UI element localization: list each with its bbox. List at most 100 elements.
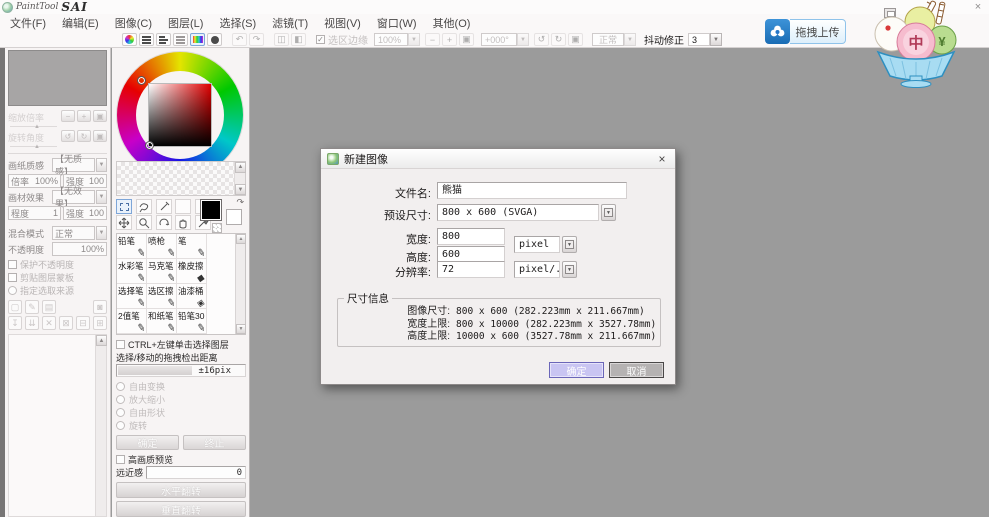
stabilizer-field[interactable]: 3 — [688, 33, 710, 46]
layers-scrollbar[interactable]: ▲ — [95, 335, 107, 516]
flip-horizontal-button[interactable]: 水平翻转 — [116, 482, 246, 498]
tool-slot-empty-1[interactable] — [175, 199, 192, 215]
brush-scrollbar[interactable]: ▲ ▼ — [235, 234, 246, 334]
swatch-scrollbar[interactable]: ▲ ▼ — [234, 161, 246, 196]
undo-icon[interactable]: ↶ — [232, 33, 247, 46]
effect-strength-field[interactable]: 强度 100 — [63, 206, 107, 220]
brush-cell-airbrush[interactable]: 喷枪 ✎ — [147, 234, 177, 259]
clear-layer-icon[interactable]: ✕ — [42, 316, 56, 330]
zoom-dropdown-icon[interactable]: ▼ — [408, 33, 420, 46]
drag-detect-slider[interactable]: ±16pix — [116, 364, 246, 377]
marquee-tool-icon[interactable] — [116, 199, 132, 215]
brush-cell-marker[interactable]: 马克笔 ✎ — [147, 259, 177, 284]
lasso-tool-icon[interactable] — [135, 199, 152, 215]
transfer-down-icon[interactable]: ↧ — [8, 316, 22, 330]
dialog-ok-button[interactable]: 确定 — [549, 362, 604, 378]
ctrl-select-checkbox[interactable] — [116, 340, 125, 349]
zoom-tool-icon[interactable] — [135, 215, 152, 231]
zoom-reset-icon[interactable]: ▣ — [459, 33, 474, 46]
menu-window[interactable]: 窗口(W) — [377, 15, 417, 31]
clipping-mask-checkbox[interactable] — [8, 273, 17, 282]
brush-cell-eraser[interactable]: 橡皮擦 ◆ — [177, 259, 207, 284]
nav-zoom-in-icon[interactable]: + — [77, 110, 91, 122]
background-color-chip[interactable] — [226, 209, 242, 226]
transparent-color-chip[interactable] — [212, 223, 222, 234]
menu-view[interactable]: 视图(V) — [324, 15, 361, 31]
swatch-scroll-up-icon[interactable]: ▲ — [235, 161, 246, 173]
free-transform-radio[interactable] — [116, 382, 125, 391]
navigator-angle-slider[interactable]: ▲ — [8, 144, 59, 150]
window-close-icon[interactable]: × — [971, 1, 985, 13]
combine-layers-icon[interactable]: ⊞ — [93, 316, 107, 330]
layer-mask-icon[interactable]: ◙ — [93, 300, 107, 314]
nav-rotate-reset-icon[interactable]: ▣ — [93, 130, 107, 142]
swatch-scroll-down-icon[interactable]: ▼ — [235, 184, 246, 196]
drag-upload-button[interactable]: 拖拽上传 — [765, 19, 846, 44]
hue-marker[interactable] — [137, 76, 146, 85]
new-linework-layer-icon[interactable]: ✎ — [25, 300, 39, 314]
color-chart-icon[interactable] — [190, 33, 205, 46]
paper-texture-select[interactable]: 【无质感】 — [52, 154, 95, 177]
material-effect-dropdown-icon[interactable]: ▼ — [96, 190, 107, 204]
hq-preview-checkbox[interactable] — [116, 455, 125, 464]
effect-degree-field[interactable]: 程度 1 — [8, 206, 61, 220]
sv-marker[interactable] — [145, 141, 154, 150]
texture-scale-field[interactable]: 倍率 100% — [8, 174, 61, 188]
blend-options-icon[interactable]: ▼ — [624, 33, 636, 46]
nav-rotate-cw-icon[interactable]: ↻ — [77, 130, 91, 142]
transform-confirm-button[interactable]: 确定 — [116, 435, 179, 450]
scale-radio[interactable] — [116, 395, 125, 404]
navigator-preview[interactable] — [8, 50, 107, 106]
opacity-slider[interactable]: 100% — [52, 242, 107, 256]
swap-colors-icon[interactable]: ↷ — [236, 197, 244, 208]
brush-cell-pencil30[interactable]: 铅笔30 ✎ — [177, 309, 207, 334]
redo-icon[interactable]: ↷ — [249, 33, 264, 46]
new-layer-icon[interactable]: ▢ — [8, 300, 22, 314]
delete-layer-icon[interactable]: ⊠ — [59, 316, 73, 330]
blend-mode-select[interactable]: 正常 — [52, 226, 95, 240]
menu-edit[interactable]: 编辑(E) — [62, 15, 99, 31]
preset-dropdown-icon[interactable]: ▼ — [601, 204, 616, 221]
brush-cell-binary[interactable]: 2值笔 ✎ — [117, 309, 147, 334]
blend-mode-button[interactable]: 正常 — [592, 33, 624, 46]
hsv-sliders-icon[interactable] — [156, 33, 171, 46]
menu-file[interactable]: 文件(F) — [10, 15, 46, 31]
color-wheel-toggle-icon[interactable] — [122, 33, 137, 46]
resolution-input[interactable]: 72 — [437, 261, 505, 278]
brush-cell-selectpen[interactable]: 选择笔 ✎ — [117, 284, 147, 309]
angle-dropdown-icon[interactable]: ▼ — [517, 33, 529, 46]
dialog-title-bar[interactable]: 新建图像 × — [321, 149, 675, 169]
size-unit-dropdown-icon[interactable]: ▼ — [562, 236, 577, 253]
navigator-zoom-slider[interactable]: ▲ — [8, 124, 59, 130]
saturation-value-square[interactable] — [148, 83, 212, 147]
canvas-angle-field[interactable]: +000° — [481, 33, 517, 46]
hand-tool-icon[interactable] — [175, 215, 192, 231]
rotate-ccw-icon[interactable]: ↺ — [534, 33, 549, 46]
rotate-cw-icon[interactable]: ↻ — [551, 33, 566, 46]
menu-others[interactable]: 其他(O) — [433, 15, 471, 31]
merge-down-icon[interactable]: ⊟ — [76, 316, 90, 330]
wand-tool-icon[interactable] — [155, 199, 172, 215]
flip-vertical-button[interactable]: 垂直翻转 — [116, 501, 246, 517]
swatches-icon[interactable] — [207, 33, 222, 46]
protect-opacity-checkbox[interactable] — [8, 260, 17, 269]
resolution-unit-dropdown-icon[interactable]: ▼ — [562, 261, 577, 278]
dialog-cancel-button[interactable]: 取消 — [609, 362, 664, 378]
rotate-radio[interactable] — [116, 421, 125, 430]
stabilizer-dropdown-icon[interactable]: ▼ — [710, 33, 722, 46]
paper-texture-dropdown-icon[interactable]: ▼ — [96, 158, 107, 172]
zoom-in-icon[interactable]: + — [442, 33, 457, 46]
nav-zoom-reset-icon[interactable]: ▣ — [93, 110, 107, 122]
brush-cell-selecteraser[interactable]: 选区擦 ✎ — [147, 284, 177, 309]
resolution-unit-select[interactable]: pixel/... — [514, 261, 573, 278]
width-input[interactable]: 800 — [437, 228, 505, 245]
filename-input[interactable]: 熊猫 — [437, 182, 627, 199]
new-folder-icon[interactable]: ▤ — [42, 300, 56, 314]
rotate-tool-icon[interactable] — [155, 215, 172, 231]
selection-source-radio[interactable] — [8, 286, 17, 295]
menu-image[interactable]: 图像(C) — [115, 15, 152, 31]
brush-scroll-up-icon[interactable]: ▲ — [236, 234, 246, 244]
transform-abort-button[interactable]: 终止 — [183, 435, 246, 450]
rotate-reset-icon[interactable]: ▣ — [568, 33, 583, 46]
foreground-color-chip[interactable] — [200, 199, 222, 222]
